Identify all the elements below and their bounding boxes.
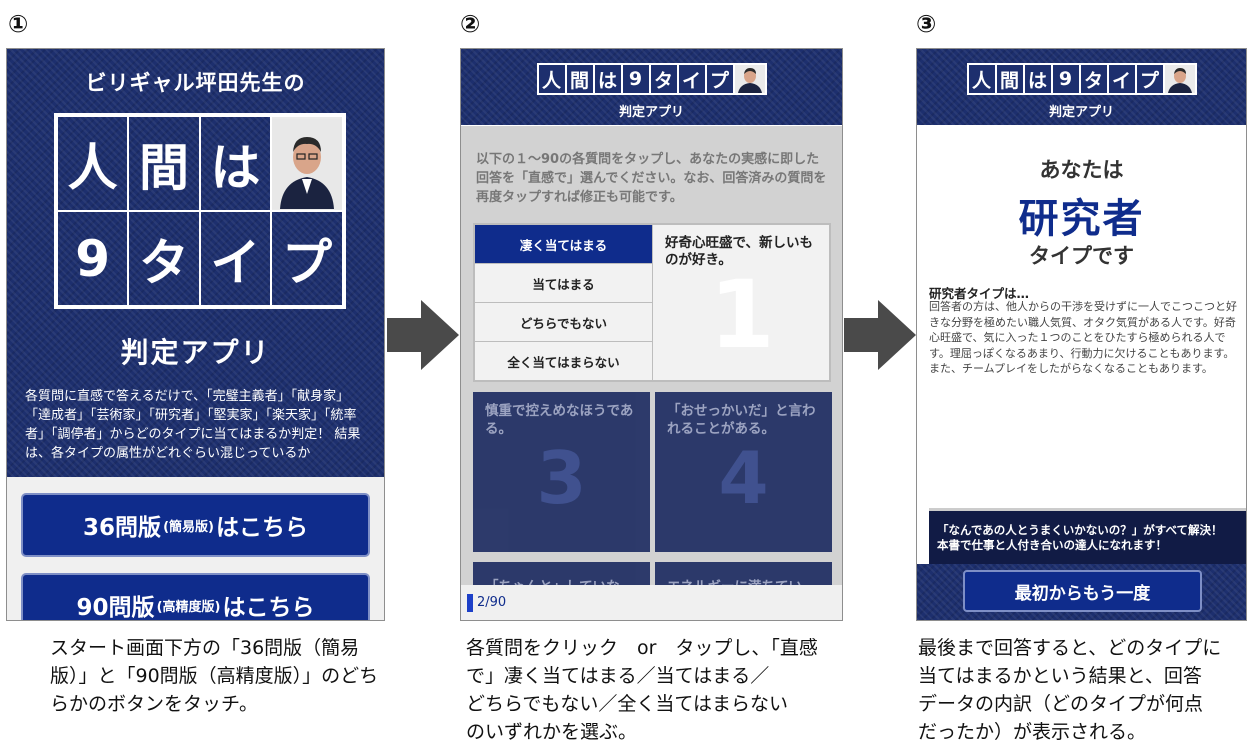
title-char: 9 <box>57 211 129 306</box>
step-number-3: ③ <box>916 10 937 38</box>
caption-line: 各質問をクリック or タップし、「直感 <box>466 637 818 659</box>
arrow-right-icon <box>844 300 916 370</box>
logo-char: 間 <box>566 65 593 93</box>
36-question-button[interactable]: 36問版 (簡易版) はこちら <box>21 493 370 557</box>
logo-char: タ <box>650 65 677 93</box>
result-screen: 人 間 は 9 タ イ プ 判定アプリ あなたは 研究者 タイプです 研究者タイ… <box>916 48 1247 621</box>
logo-char: タ <box>1080 65 1107 93</box>
progress-text: 2/90 <box>477 595 507 610</box>
button-area: 36問版 (簡易版) はこちら 90問版 (高精度版) はこちら <box>7 477 384 620</box>
footer: 最初からもう一度 <box>917 564 1246 620</box>
header-subtitle: 判定アプリ <box>618 105 684 120</box>
step-number-1: ① <box>8 10 29 38</box>
description: 各質問に直感で答えるだけで、「完璧主義者」「献身家」「達成者」「芸術家」「研究者… <box>25 389 361 461</box>
caption-line: どちらでもない／全く当てはまらない <box>466 693 789 715</box>
logo-char: プ <box>706 65 733 93</box>
btn-main: 36問版 <box>83 515 162 541</box>
result-line-2: タイプです <box>1029 244 1134 268</box>
90-question-button[interactable]: 90問版 (高精度版) はこちら <box>21 573 370 621</box>
logo-char: 9 <box>1052 65 1079 93</box>
card-text: 慎重で控えめなほうである。 <box>485 403 634 437</box>
title-char: 人 <box>57 116 129 211</box>
teacher-portrait-icon <box>271 116 343 211</box>
logo-char: 9 <box>622 65 649 93</box>
title-char: は <box>199 116 271 211</box>
instructions: 以下の１～90の各質問をタップし、あなたの実感に即した回答を「直感で」選んでくだ… <box>476 152 827 205</box>
app-header: 人 間 は 9 タ イ プ 判定アプリ <box>461 49 842 125</box>
question-card[interactable]: 4 「おせっかいだ」と言われることがある。 <box>655 392 832 552</box>
title-logo: 人 間 は 9 タ イ プ <box>54 113 346 309</box>
app-header: 人 間 は 9 タ イ プ 判定アプリ <box>917 49 1246 125</box>
app-label: 判定アプリ <box>120 336 271 369</box>
caption-line: 版）」と「90問版（高精度版）」のどち <box>50 665 379 687</box>
progress-bar: 2/90 <box>461 585 842 620</box>
caption-line: だったか）が表示される。 <box>918 721 1147 743</box>
logo-char: イ <box>1108 65 1135 93</box>
logo-char: 間 <box>996 65 1023 93</box>
restart-button[interactable]: 最初からもう一度 <box>963 570 1202 612</box>
arrow-right-icon <box>387 300 459 370</box>
title-char: プ <box>271 211 343 306</box>
subtitle: ビリギャル坪田先生の <box>85 71 306 95</box>
caption-step-1: スタート画面下方の「36問版（簡易 版）」と「90問版（高精度版）」のどち らか… <box>50 634 378 718</box>
result-line-1: あなたは <box>1039 158 1124 182</box>
header-logo: 人 間 は 9 タ イ プ <box>966 63 1197 95</box>
logo-char: 人 <box>968 65 995 93</box>
answer-option-strongly-agree[interactable]: 凄く当てはまる <box>475 225 653 264</box>
header-subtitle: 判定アプリ <box>1048 105 1114 120</box>
caption-step-3: 最後まで回答すると、どのタイプに 当てはまるかという結果と、回答 データの内訳（… <box>918 634 1221 746</box>
question-text: 好奇心旺盛で、新しいものが好き。 <box>665 235 813 268</box>
caption-line: データの内訳（どのタイプが何点 <box>918 693 1204 715</box>
caption-line: で」凄く当てはまる／当てはまる／ <box>466 665 770 687</box>
start-screen: ビリギャル坪田先生の 人 間 は 9 タ イ プ 判定アプリ 各質問に直感で答え… <box>6 48 385 621</box>
card-text: 「おせっかいだ」と言われることがある。 <box>667 403 816 437</box>
logo-char: は <box>1024 65 1051 93</box>
title-char: イ <box>199 211 271 306</box>
question-card[interactable]: 3 慎重で控えめなほうである。 <box>473 392 650 552</box>
question-list: 以下の１～90の各質問をタップし、あなたの実感に即した回答を「直感で」選んでくだ… <box>461 126 842 620</box>
btn-tail: はこちら <box>222 595 315 621</box>
caption-line: スタート画面下方の「36問版（簡易 <box>50 637 360 659</box>
result-type: 研究者 <box>1018 196 1145 242</box>
btn-sub: (簡易版) <box>163 519 214 535</box>
caption-step-2: 各質問をクリック or タップし、「直感 で」凄く当てはまる／当てはまる／ どち… <box>466 634 818 746</box>
logo-char: イ <box>678 65 705 93</box>
logo-char: は <box>594 65 621 93</box>
card-number: 3 <box>536 436 587 520</box>
ad-text: 「なんであの人とうまくいかないの？」がすべて解決！ 本書で仕事と人付き合いの達人… <box>937 523 1223 552</box>
logo-char: プ <box>1136 65 1163 93</box>
header-logo: 人 間 は 9 タ イ プ <box>536 63 767 95</box>
question-card-active: 凄く当てはまる 当てはまる どちらでもない 全く当てはまらない 1 好奇心旺盛で… <box>473 223 831 382</box>
teacher-portrait-icon <box>1164 65 1195 93</box>
btn-tail: はこちら <box>215 515 308 541</box>
title-char: 間 <box>128 116 200 211</box>
title-char: タ <box>128 211 200 306</box>
answer-option-disagree[interactable]: 全く当てはまらない <box>475 342 653 381</box>
step-number-2: ② <box>460 10 481 38</box>
btn-sub: (高精度版) <box>156 599 221 615</box>
question-number: 1 <box>709 261 775 370</box>
answer-option-neutral[interactable]: どちらでもない <box>475 303 653 342</box>
btn-main: 90問版 <box>76 595 155 621</box>
result-body: あなたは 研究者 タイプです 研究者タイプは… 回答者の方は、他人からの干渉を受… <box>917 126 1246 620</box>
logo-char: 人 <box>538 65 565 93</box>
caption-line: らかのボタンをタッチ。 <box>50 693 259 715</box>
caption-line: のいずれかを選ぶ。 <box>466 721 638 743</box>
card-number: 4 <box>718 436 769 520</box>
caption-line: 当てはまるかという結果と、回答 <box>918 665 1202 687</box>
caption-line: 最後まで回答すると、どのタイプに <box>918 637 1222 659</box>
question-screen: 人 間 は 9 タ イ プ 判定アプリ 以下の１～90の各質問をタップし、あなた… <box>460 48 843 621</box>
answer-option-agree[interactable]: 当てはまる <box>475 264 653 303</box>
teacher-portrait-icon <box>734 65 765 93</box>
type-description: 回答者の方は、他人からの干渉を受けずに一人でこつこつと好きな分野を極めたい職人気… <box>929 300 1237 375</box>
progress-indicator <box>467 593 473 612</box>
